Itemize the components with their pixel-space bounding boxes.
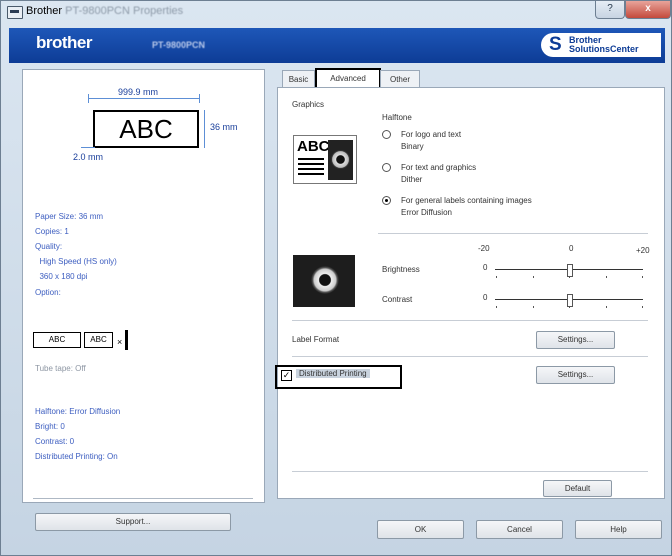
title-suffix: Properties xyxy=(133,5,184,17)
solutions-line2: SolutionsCenter xyxy=(569,44,639,54)
brightness-sample-image xyxy=(293,255,355,307)
label-height-dimension: 36 mm xyxy=(210,122,238,132)
close-button[interactable]: x xyxy=(625,1,671,19)
cancel-button[interactable]: Cancel xyxy=(476,520,563,539)
contrast-tick xyxy=(642,306,643,308)
graphics-sample-flower xyxy=(328,140,353,180)
halftone-label: Halftone xyxy=(382,113,412,122)
contrast-value: 0 xyxy=(483,293,488,302)
info-resolution: 360 x 180 dpi xyxy=(35,272,88,281)
slider-scale-min: -20 xyxy=(478,244,490,253)
graphics-sample-lines xyxy=(298,158,324,160)
default-button[interactable]: Default xyxy=(543,480,612,497)
brightness-slider-thumb[interactable] xyxy=(567,264,573,277)
halftone-error-diffusion-sub: Error Diffusion xyxy=(401,208,452,217)
contrast-label: Contrast xyxy=(382,295,413,304)
contrast-tick xyxy=(569,306,570,308)
height-dimension-line xyxy=(204,110,205,148)
halftone-binary-radio[interactable] xyxy=(382,130,391,139)
label-preview: ABC xyxy=(93,110,199,148)
distributed-printing-checkbox[interactable]: ✓ xyxy=(281,370,292,381)
halftone-binary-sub: Binary xyxy=(401,142,424,151)
flower-icon xyxy=(331,150,350,169)
title-model: PT-9800PCN xyxy=(65,5,130,17)
graphics-divider xyxy=(378,233,648,234)
graphics-sample-image: ABC xyxy=(293,135,357,184)
slider-scale-mid: 0 xyxy=(569,244,574,253)
margin-dimension: 2.0 mm xyxy=(73,152,104,162)
support-button[interactable]: Support... xyxy=(35,513,231,531)
cut-mark-icon: × xyxy=(117,337,123,347)
summary-distributed: Distributed Printing: On xyxy=(35,452,118,461)
margin-dimension-line xyxy=(81,147,95,148)
cut-label-1: ABC xyxy=(33,332,81,348)
tab-other[interactable]: Other xyxy=(380,70,420,88)
title-bar: Brother PT-9800PCN Properties ? x xyxy=(1,1,671,23)
halftone-error-diffusion-label: For general labels containing images xyxy=(401,196,532,205)
halftone-dither-label: For text and graphics xyxy=(401,163,477,172)
properties-window: Brother PT-9800PCN Properties ? x brothe… xyxy=(0,0,672,556)
contrast-tick xyxy=(606,306,607,308)
cut-label-2: ABC xyxy=(84,332,113,348)
sliders-divider xyxy=(292,320,648,321)
brightness-tick xyxy=(533,276,534,278)
advanced-tab-panel: Graphics ABC Halftone For logo and text … xyxy=(275,87,665,499)
preview-divider xyxy=(33,498,253,499)
halftone-dither-radio[interactable] xyxy=(382,163,391,172)
brightness-tick xyxy=(606,276,607,278)
solutions-center-link[interactable]: S Brother SolutionsCenter xyxy=(541,33,661,57)
info-option: Option: xyxy=(35,288,61,297)
label-format-label: Label Format xyxy=(292,335,340,344)
brother-logo: brother xyxy=(36,33,93,52)
printer-icon xyxy=(7,6,23,19)
summary-halftone: Halftone: Error Diffusion xyxy=(35,407,121,416)
graphics-label: Graphics xyxy=(292,100,325,109)
brand-banner: brother PT-9800PCN S Brother SolutionsCe… xyxy=(9,28,665,63)
distributed-settings-button[interactable]: Settings... xyxy=(536,366,615,384)
brightness-tick xyxy=(569,276,570,278)
ok-button[interactable]: OK xyxy=(377,520,464,539)
contrast-slider-thumb[interactable] xyxy=(567,294,573,307)
halftone-error-diffusion-radio[interactable] xyxy=(382,196,391,205)
solutions-center-text: Brother SolutionsCenter xyxy=(569,36,639,54)
banner-model: PT-9800PCN xyxy=(152,40,206,50)
label-format-divider xyxy=(292,356,648,357)
contrast-tick xyxy=(533,306,534,308)
info-copies: Copies: 1 xyxy=(35,227,69,236)
sunflower-icon xyxy=(311,266,339,294)
summary-contrast: Contrast: 0 xyxy=(35,437,75,446)
info-paper-size: Paper Size: 36 mm xyxy=(35,212,104,221)
label-width-dimension: 999.9 mm xyxy=(118,87,159,97)
halftone-binary-label: For logo and text xyxy=(401,130,462,139)
summary-bright: Bright: 0 xyxy=(35,422,65,431)
brightness-tick xyxy=(642,276,643,278)
width-dimension-line xyxy=(88,98,200,99)
preview-panel: 999.9 mm ABC 36 mm 2.0 mm Paper Size: 36… xyxy=(22,69,265,503)
solutions-center-icon: S xyxy=(549,34,562,55)
info-quality-mode: High Speed (HS only) xyxy=(35,257,117,266)
tape-end-icon xyxy=(125,330,128,350)
label-format-settings-button[interactable]: Settings... xyxy=(536,331,615,349)
graphics-sample-text: ABC xyxy=(297,138,330,155)
brightness-label: Brightness xyxy=(382,265,420,274)
distributed-printing-label: Distributed Printing xyxy=(296,369,370,378)
contrast-tick xyxy=(496,306,497,308)
info-quality: Quality: xyxy=(35,242,63,251)
width-tick-right xyxy=(199,94,200,103)
title-app: Brother xyxy=(26,5,63,17)
brightness-tick xyxy=(496,276,497,278)
help-button[interactable]: Help xyxy=(575,520,662,539)
info-tube-tape: Tube tape: Off xyxy=(35,364,86,373)
brightness-value: 0 xyxy=(483,263,488,272)
halftone-dither-sub: Dither xyxy=(401,175,423,184)
width-tick-left xyxy=(88,94,89,103)
window-title: Brother PT-9800PCN Properties xyxy=(26,5,183,17)
slider-scale-max: +20 xyxy=(636,246,650,255)
footer-divider xyxy=(292,471,648,472)
tab-basic[interactable]: Basic xyxy=(282,70,315,88)
help-title-button[interactable]: ? xyxy=(595,1,625,19)
